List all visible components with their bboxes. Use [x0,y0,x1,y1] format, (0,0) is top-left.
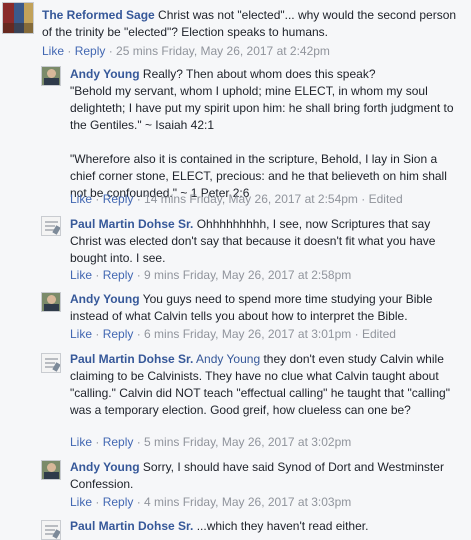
author-name[interactable]: Paul Martin Dohse Sr. [70,352,193,366]
reply-link[interactable]: Reply [103,435,134,449]
like-link[interactable]: Like [70,495,92,509]
comment: Andy Young You guys need to spend more t… [0,288,471,348]
timestamp[interactable]: 6 mins Friday, May 26, 2017 at 3:01pm [144,327,351,341]
avatar[interactable] [41,520,61,540]
comment: Paul Martin Dohse Sr. ...which they have… [0,516,471,540]
comment: Paul Martin Dohse Sr. Ohhhhhhhhh, I see,… [0,210,471,288]
comment-body: The Reformed Sage Christ was not "electe… [42,7,462,41]
avatar[interactable] [41,353,61,373]
comment-body: Andy Young You guys need to spend more t… [70,291,462,325]
avatar[interactable] [2,2,34,34]
reply-link[interactable]: Reply [103,192,134,206]
comment-body: Paul Martin Dohse Sr. Andy Young they do… [70,351,462,419]
avatar[interactable] [41,66,61,86]
timestamp[interactable]: 5 mins Friday, May 26, 2017 at 3:02pm [144,435,351,449]
edited-label[interactable]: Edited [362,327,396,341]
comment-actions: Like · Reply · 9 mins Friday, May 26, 20… [70,268,352,282]
comment: Andy Young Sorry, I should have said Syn… [0,460,471,518]
reply-link[interactable]: Reply [75,44,106,58]
comment: The Reformed Sage Christ was not "electe… [0,0,471,62]
comment: Andy Young Really? Then about whom does … [0,62,471,210]
author-name[interactable]: The Reformed Sage [42,8,155,22]
comment-body: Paul Martin Dohse Sr. Ohhhhhhhhh, I see,… [70,216,462,267]
comment-text: Really? Then about whom does this speak?… [70,67,454,200]
author-name[interactable]: Andy Young [70,292,140,306]
comment-body: Paul Martin Dohse Sr. ...which they have… [70,518,462,535]
reply-link[interactable]: Reply [103,495,134,509]
like-link[interactable]: Like [42,44,64,58]
comment-body: Andy Young Sorry, I should have said Syn… [70,459,462,493]
reply-link[interactable]: Reply [103,327,134,341]
comment-body: Andy Young Really? Then about whom does … [70,66,462,202]
comment-actions: Like · Reply · 5 mins Friday, May 26, 20… [70,435,352,449]
author-name[interactable]: Andy Young [70,460,140,474]
comment-actions: Like · Reply · 14 mins Friday, May 26, 2… [70,192,403,206]
like-link[interactable]: Like [70,192,92,206]
comment-actions: Like · Reply · 4 mins Friday, May 26, 20… [70,495,352,509]
like-link[interactable]: Like [70,268,92,282]
comment: Paul Martin Dohse Sr. Andy Young they do… [0,348,471,460]
author-name[interactable]: Paul Martin Dohse Sr. [70,217,193,231]
comment-actions: Like · Reply · 25 mins Friday, May 26, 2… [42,44,330,58]
comment-text: ...which they haven't read either. [196,519,369,533]
avatar[interactable] [41,292,61,312]
edited-label[interactable]: Edited [369,192,403,206]
avatar[interactable] [41,460,61,480]
timestamp[interactable]: 14 mins Friday, May 26, 2017 at 2:54pm [144,192,358,206]
mention-link[interactable]: Andy Young [196,352,260,366]
reply-link[interactable]: Reply [103,268,134,282]
author-name[interactable]: Paul Martin Dohse Sr. [70,519,193,533]
timestamp[interactable]: 9 mins Friday, May 26, 2017 at 2:58pm [144,268,351,282]
comment-actions: Like · Reply · 6 mins Friday, May 26, 20… [70,327,396,341]
timestamp[interactable]: 4 mins Friday, May 26, 2017 at 3:03pm [144,495,351,509]
avatar[interactable] [41,216,61,236]
timestamp[interactable]: 25 mins Friday, May 26, 2017 at 2:42pm [116,44,330,58]
like-link[interactable]: Like [70,327,92,341]
like-link[interactable]: Like [70,435,92,449]
author-name[interactable]: Andy Young [70,67,140,81]
